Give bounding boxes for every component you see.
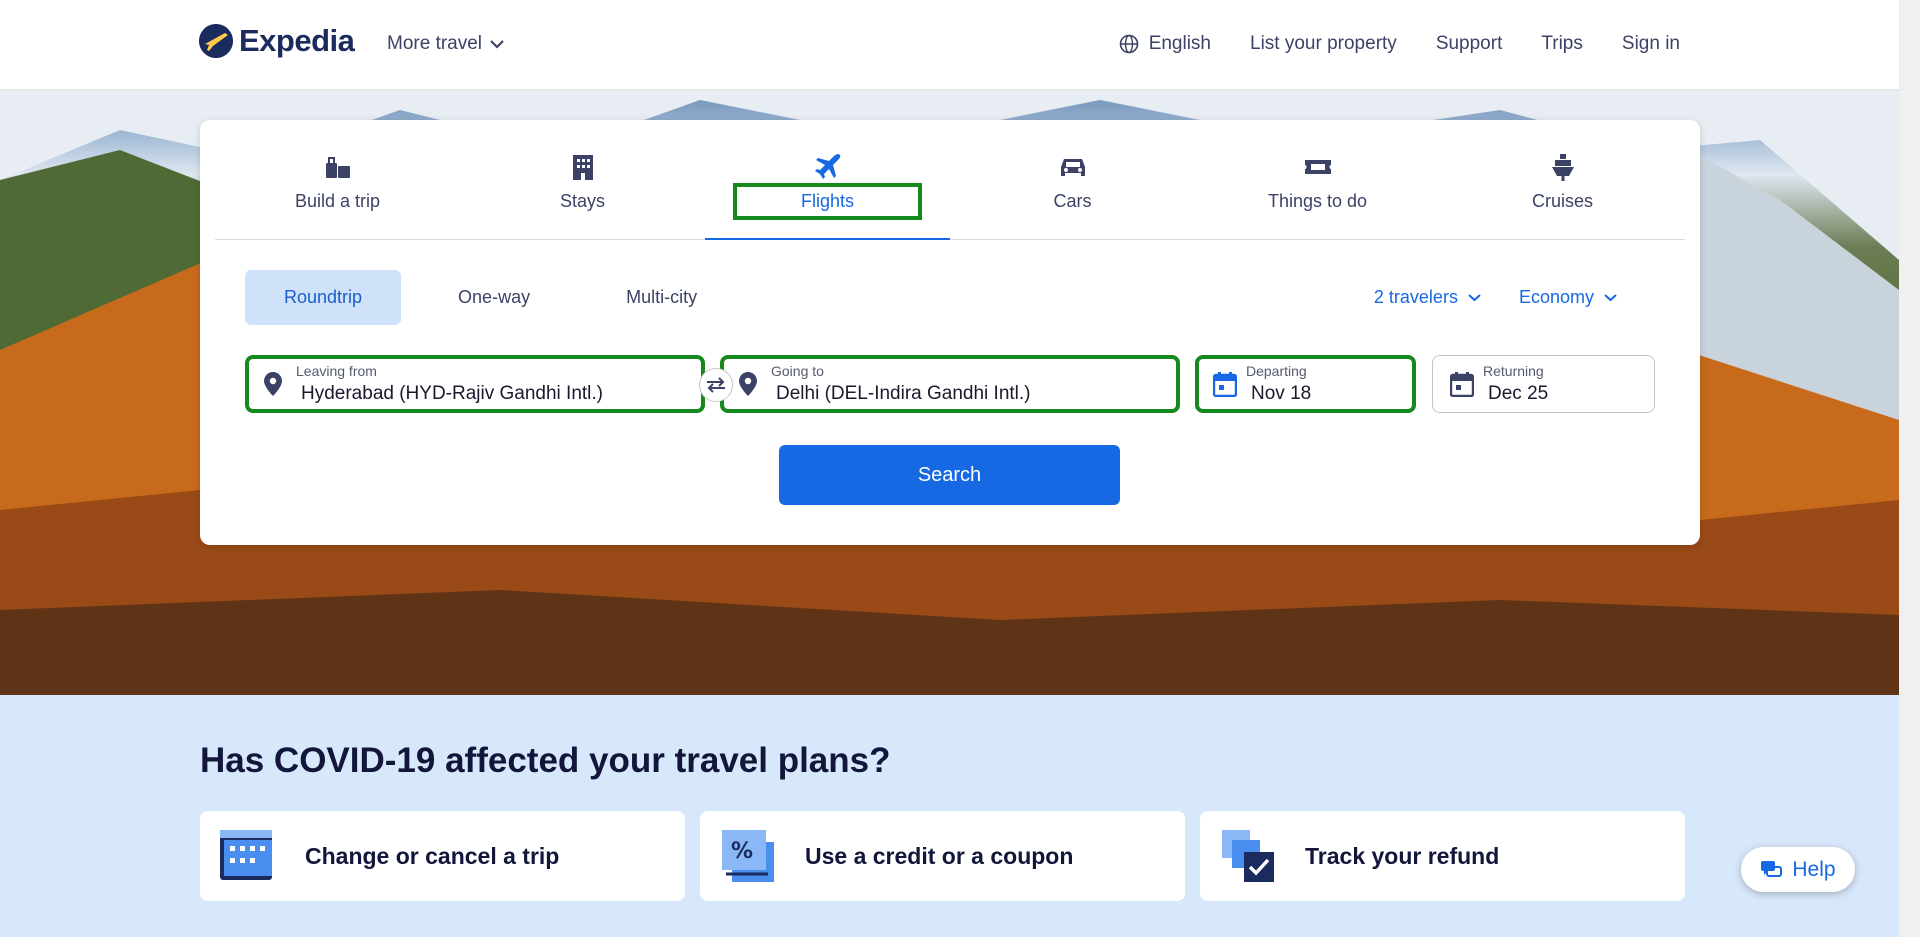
returning-date-field[interactable]: Returning Dec 25 xyxy=(1432,355,1655,413)
calendar-icon xyxy=(1450,372,1474,397)
language-label: English xyxy=(1148,33,1212,54)
one-way-option[interactable]: One-way xyxy=(419,270,569,325)
travelers-label: 2 travelers xyxy=(1373,287,1458,307)
search-button[interactable]: Search xyxy=(779,445,1120,505)
departing-date-field[interactable]: Departing Nov 18 xyxy=(1195,355,1416,413)
change-cancel-trip-card[interactable]: Change or cancel a trip xyxy=(200,811,685,901)
tab-stays[interactable]: Stays xyxy=(460,120,705,239)
tab-cars[interactable]: Cars xyxy=(950,120,1195,239)
help-label: Help xyxy=(1792,857,1836,881)
building-icon xyxy=(572,155,593,180)
going-to-value: Delhi (DEL-Indira Gandhi Intl.) xyxy=(776,383,1031,404)
calendar-icon xyxy=(1213,372,1237,397)
location-pin-icon xyxy=(264,372,282,396)
swap-arrows-icon xyxy=(707,377,725,393)
tab-cruises[interactable]: Cruises xyxy=(1440,120,1685,239)
suitcase-icon xyxy=(325,157,350,178)
going-to-label: Going to xyxy=(771,363,824,379)
travelers-dropdown[interactable]: 2 travelers xyxy=(1374,287,1481,308)
logo-mark-icon xyxy=(199,24,233,58)
roundtrip-option[interactable]: Roundtrip xyxy=(245,270,402,325)
search-tabs: Build a trip Stays Flights Cars Things t… xyxy=(215,120,1685,240)
expedia-logo[interactable]: Expedia xyxy=(199,23,355,59)
going-to-field[interactable]: Going to Delhi (DEL-Indira Gandhi Intl.) xyxy=(720,355,1180,413)
ticket-icon xyxy=(1304,160,1331,174)
track-refund-label: Track your refund xyxy=(1305,842,1500,869)
chevron-down-icon xyxy=(1604,294,1617,302)
ship-icon xyxy=(1551,154,1574,181)
returning-value: Dec 25 xyxy=(1488,383,1549,404)
returning-label: Returning xyxy=(1483,363,1544,379)
leaving-from-field[interactable]: Leaving from Hyderabad (HYD-Rajiv Gandhi… xyxy=(245,355,705,413)
more-travel-menu[interactable]: More travel xyxy=(387,33,504,55)
tab-label: Things to do xyxy=(1267,191,1368,211)
swap-locations-button[interactable] xyxy=(699,368,733,402)
logo-text: Expedia xyxy=(239,23,355,58)
tab-label: Flights xyxy=(732,183,923,220)
refund-check-icon xyxy=(1218,826,1278,886)
top-header: Expedia More travel English List your pr… xyxy=(0,0,1899,90)
credit-coupon-card[interactable]: % Use a credit or a coupon xyxy=(700,811,1185,901)
credit-coupon-label: Use a credit or a coupon xyxy=(805,842,1074,869)
header-nav: English List your property Support Trips… xyxy=(1119,33,1680,55)
support-link[interactable]: Support xyxy=(1436,33,1503,55)
change-cancel-trip-label: Change or cancel a trip xyxy=(305,842,560,869)
cabin-class-label: Economy xyxy=(1518,287,1594,307)
page-scrollbar[interactable] xyxy=(1899,0,1920,937)
tab-label: Cruises xyxy=(1531,191,1593,211)
multi-city-option[interactable]: Multi-city xyxy=(587,270,736,325)
leaving-from-value: Hyderabad (HYD-Rajiv Gandhi Intl.) xyxy=(301,383,604,404)
more-travel-label: More travel xyxy=(387,33,483,54)
tab-build-a-trip[interactable]: Build a trip xyxy=(215,120,460,239)
sign-in-link[interactable]: Sign in xyxy=(1622,33,1680,55)
covid-section: Has COVID-19 affected your travel plans?… xyxy=(0,695,1899,937)
tab-label: Build a trip xyxy=(294,191,381,211)
cabin-class-dropdown[interactable]: Economy xyxy=(1519,287,1617,308)
chat-bubble-icon xyxy=(1761,860,1783,877)
tab-flights[interactable]: Flights xyxy=(705,120,950,240)
search-card: Build a trip Stays Flights Cars Things t… xyxy=(200,120,1700,545)
trips-link[interactable]: Trips xyxy=(1541,33,1583,55)
language-selector[interactable]: English xyxy=(1119,33,1211,55)
car-icon xyxy=(1060,159,1085,176)
chevron-down-icon xyxy=(490,40,504,49)
coupon-icon: % xyxy=(718,826,778,886)
plane-icon xyxy=(814,154,840,179)
chevron-down-icon xyxy=(1468,294,1481,302)
trip-type-group: Roundtrip One-way Multi-city xyxy=(245,270,736,325)
help-button[interactable]: Help xyxy=(1741,847,1855,892)
covid-heading: Has COVID-19 affected your travel plans? xyxy=(200,741,891,780)
list-property-link[interactable]: List your property xyxy=(1250,33,1397,55)
departing-label: Departing xyxy=(1246,363,1307,379)
departing-value: Nov 18 xyxy=(1251,383,1312,404)
leaving-from-label: Leaving from xyxy=(296,363,377,379)
svg-text:%: % xyxy=(731,839,753,864)
tab-label: Stays xyxy=(559,191,606,211)
trip-options: 2 travelers Economy xyxy=(1374,287,1617,308)
track-refund-card[interactable]: Track your refund xyxy=(1200,811,1685,901)
calendar-grid-icon xyxy=(218,826,278,886)
location-pin-icon xyxy=(739,372,757,396)
tab-label: Cars xyxy=(1053,191,1092,211)
globe-icon xyxy=(1119,34,1138,54)
tab-things-to-do[interactable]: Things to do xyxy=(1195,120,1440,239)
